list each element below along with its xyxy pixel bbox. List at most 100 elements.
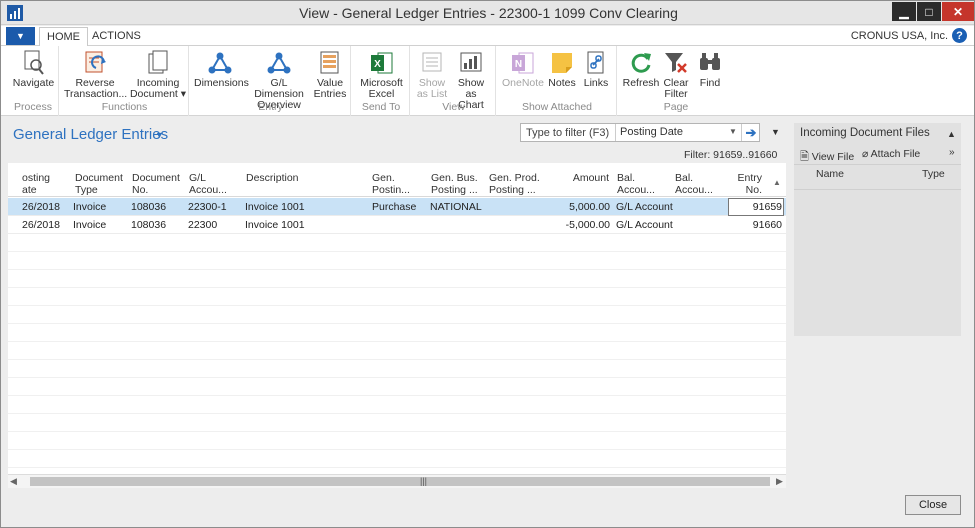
ribbon-group-view: Show as List Show as Chart View bbox=[412, 46, 496, 116]
close-window-button[interactable]: ✕ bbox=[942, 2, 974, 21]
column-header-bal-account-type[interactable]: Bal. Accou... bbox=[617, 172, 655, 196]
incoming-document-label-2: Document ▾ bbox=[129, 88, 187, 100]
cell-gl-account: 22300 bbox=[188, 219, 218, 231]
group-label-show-attached: Show Attached bbox=[521, 101, 593, 113]
value-entries-button[interactable]: Value Entries bbox=[311, 50, 349, 100]
collapse-icon[interactable]: ▲ bbox=[947, 129, 956, 139]
find-button[interactable]: Find bbox=[695, 50, 725, 89]
scroll-right-icon[interactable]: ▶ bbox=[776, 476, 783, 487]
show-as-chart-icon bbox=[457, 50, 485, 76]
apply-filter-button[interactable]: ➔ bbox=[741, 124, 760, 141]
notes-button[interactable]: Notes bbox=[546, 50, 578, 89]
chevron-down-icon: ▼ bbox=[16, 31, 25, 41]
reverse-transaction-button[interactable]: Reverse Transaction... bbox=[64, 50, 127, 100]
empty-row bbox=[8, 342, 786, 360]
chevron-down-icon[interactable]: ▼ bbox=[155, 130, 164, 140]
empty-row bbox=[8, 360, 786, 378]
onenote-button[interactable]: N OneNote bbox=[500, 50, 546, 89]
column-header-posting-date[interactable]: osting ate bbox=[22, 172, 50, 196]
scrollbar-thumb[interactable]: ||| bbox=[30, 476, 770, 486]
table-row[interactable]: 26/2018 Invoice 108036 22300 Invoice 100… bbox=[8, 216, 786, 234]
column-header-document-type[interactable]: Document Type bbox=[75, 172, 123, 196]
maximize-button[interactable]: □ bbox=[917, 2, 941, 21]
clear-filter-icon bbox=[662, 50, 690, 76]
links-icon bbox=[582, 50, 610, 76]
ribbon-group-entry: Dimensions G/L Dimension Overview Value … bbox=[191, 46, 351, 116]
cell-bal-account-type: G/L Account bbox=[616, 201, 673, 213]
navigate-icon bbox=[20, 50, 48, 76]
excel-icon: X bbox=[368, 50, 396, 76]
cell-amount: -5,000.00 bbox=[565, 219, 610, 231]
cell-document-no: 108036 bbox=[131, 219, 167, 231]
filter-field-select[interactable]: Posting Date bbox=[620, 126, 683, 138]
ribbon-group-process: Navigate Process bbox=[8, 46, 59, 116]
column-header-gen-posting-type[interactable]: Gen. Postin... bbox=[372, 172, 410, 196]
empty-row bbox=[8, 288, 786, 306]
tab-actions[interactable]: ACTIONS bbox=[85, 27, 148, 47]
app-window: View - General Ledger Entries - 22300-1 … bbox=[0, 0, 975, 528]
navigate-button[interactable]: Navigate bbox=[8, 50, 59, 89]
entries-grid: osting ate Document Type Document No. G/L Ac… bbox=[8, 163, 786, 487]
empty-row bbox=[8, 270, 786, 288]
clear-filter-button[interactable]: Clear Filter bbox=[659, 50, 693, 100]
page-title[interactable]: General Ledger Entries bbox=[13, 126, 168, 143]
chevron-down-icon[interactable]: ▼ bbox=[729, 127, 737, 136]
column-header-amount[interactable]: Amount bbox=[548, 172, 609, 184]
empty-row bbox=[8, 432, 786, 450]
ribbon-group-send-to: X Microsoft Excel Send To bbox=[353, 46, 410, 116]
tab-home[interactable]: HOME bbox=[39, 27, 88, 47]
column-header-bal-account-no[interactable]: Bal. Accou... bbox=[675, 172, 713, 196]
column-header-gen-prod-posting[interactable]: Gen. Prod. Posting ... bbox=[489, 172, 540, 196]
horizontal-scrollbar[interactable]: ◀ ||| ▶ bbox=[8, 474, 786, 488]
column-header-description[interactable]: Description bbox=[246, 172, 299, 184]
find-icon bbox=[696, 50, 724, 76]
minimize-button[interactable]: ▁ bbox=[892, 2, 916, 21]
factbox-toolbar: 🗎 View File ⌀ Attach File » bbox=[794, 145, 961, 163]
microsoft-excel-button[interactable]: X Microsoft Excel bbox=[355, 50, 408, 100]
refresh-button[interactable]: Refresh bbox=[621, 50, 661, 89]
empty-row bbox=[8, 396, 786, 414]
empty-row bbox=[8, 324, 786, 342]
scroll-left-icon[interactable]: ◀ bbox=[10, 476, 17, 487]
factbox-column-name[interactable]: Name bbox=[816, 168, 844, 180]
empty-row bbox=[8, 378, 786, 396]
notes-label: Notes bbox=[548, 77, 576, 89]
table-row[interactable]: 26/2018 Invoice 108036 22300-1 Invoice 1… bbox=[8, 198, 786, 216]
column-header-document-no[interactable]: Document No. bbox=[132, 172, 180, 196]
show-as-list-button[interactable]: Show as List bbox=[414, 50, 450, 100]
arrow-right-icon: ➔ bbox=[745, 124, 757, 140]
cell-description: Invoice 1001 bbox=[245, 201, 305, 213]
attach-file-label: Attach File bbox=[870, 148, 921, 160]
filter-summary: Filter: 91659..91660 bbox=[684, 149, 778, 161]
column-header-entry-no[interactable]: Entry No. bbox=[724, 172, 762, 196]
attach-file-button[interactable]: ⌀ Attach File bbox=[862, 148, 920, 160]
find-label: Find bbox=[699, 77, 721, 89]
incoming-document-button[interactable]: Incoming Document ▾ bbox=[127, 50, 189, 100]
maximize-icon: □ bbox=[925, 4, 933, 19]
ribbon-group-page: Refresh Clear Filter Find Page bbox=[619, 46, 733, 116]
show-as-list-label-2: as List bbox=[416, 88, 448, 100]
reverse-transaction-icon bbox=[81, 50, 109, 76]
factbox-column-type[interactable]: Type bbox=[922, 168, 945, 180]
close-button[interactable]: Close bbox=[905, 495, 961, 515]
factbox-column-headers: Name Type bbox=[794, 164, 961, 190]
column-header-gen-bus-posting[interactable]: Gen. Bus. Posting ... bbox=[431, 172, 478, 196]
company-name[interactable]: CRONUS USA, Inc. bbox=[851, 30, 948, 42]
refresh-icon bbox=[627, 50, 655, 76]
cell-posting-date: 26/2018 bbox=[22, 201, 60, 213]
expand-filter-icon[interactable]: ▼ bbox=[771, 127, 780, 137]
filter-input[interactable] bbox=[521, 124, 616, 141]
incoming-document-files-factbox: Incoming Document Files ▲ 🗎 View File ⌀ … bbox=[794, 123, 961, 336]
application-menu-button[interactable]: ▼ bbox=[6, 27, 35, 45]
help-icon[interactable]: ? bbox=[952, 28, 967, 43]
navigate-label: Navigate bbox=[12, 77, 55, 89]
filter-box: Posting Date ▼ ➔ bbox=[520, 123, 760, 142]
incoming-document-icon bbox=[144, 50, 172, 76]
close-icon: ✕ bbox=[952, 4, 964, 19]
links-button[interactable]: Links bbox=[579, 50, 613, 89]
column-header-gl-account[interactable]: G/L Accou... bbox=[189, 172, 227, 196]
svg-text:X: X bbox=[374, 59, 381, 70]
group-label-view: View bbox=[442, 101, 465, 113]
dimensions-button[interactable]: Dimensions bbox=[194, 50, 249, 89]
more-options-icon[interactable]: » bbox=[949, 147, 955, 158]
